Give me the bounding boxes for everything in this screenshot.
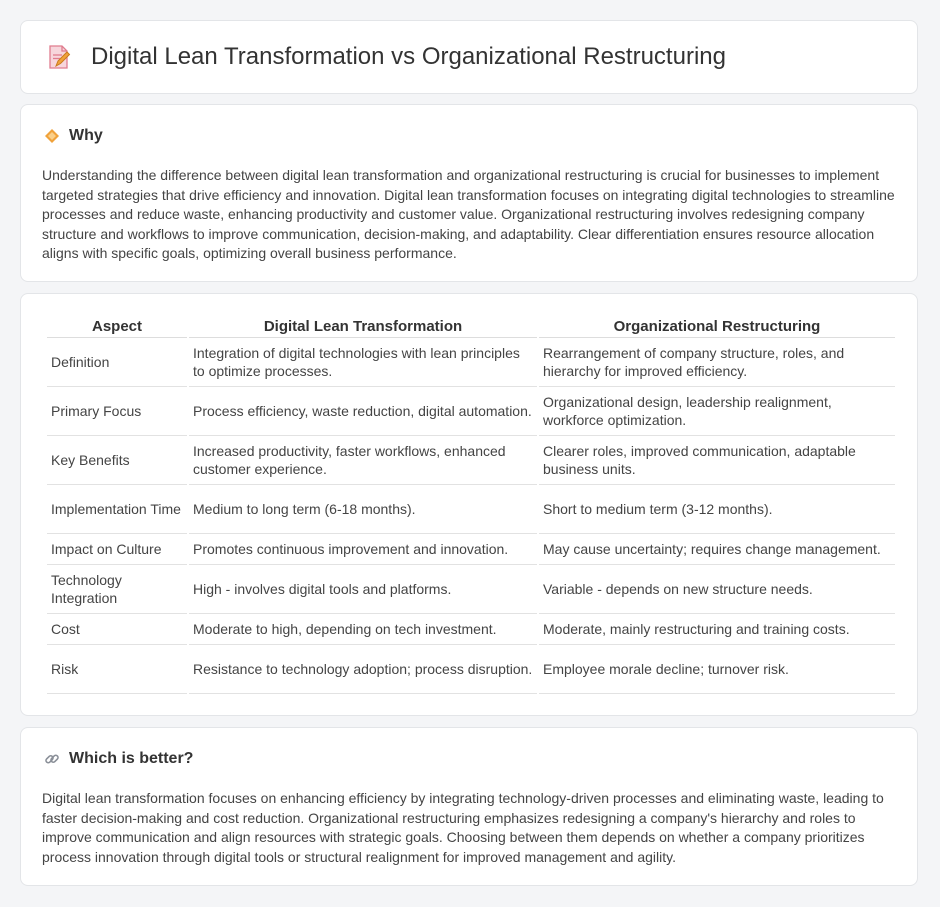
table-row: Implementation Time Medium to long term … [47, 485, 895, 534]
restructuring-cell: Clearer roles, improved communication, a… [539, 436, 895, 485]
link-icon [43, 750, 61, 768]
comparison-table: Aspect Digital Lean Transformation Organ… [45, 316, 897, 694]
digital-lean-cell: Medium to long term (6-18 months). [189, 485, 537, 534]
restructuring-cell: Rearrangement of company structure, role… [539, 338, 895, 387]
digital-lean-cell: High - involves digital tools and platfo… [189, 565, 537, 614]
document-edit-icon [47, 44, 71, 70]
header-card: Digital Lean Transformation vs Organizat… [20, 20, 918, 94]
table-row: Impact on Culture Promotes continuous im… [47, 534, 895, 565]
table-row: Cost Moderate to high, depending on tech… [47, 614, 895, 645]
digital-lean-cell: Moderate to high, depending on tech inve… [189, 614, 537, 645]
aspect-cell: Technology Integration [47, 565, 187, 614]
column-header-restructuring: Organizational Restructuring [539, 316, 895, 338]
which-is-better-section: Which is better? Digital lean transforma… [20, 727, 918, 886]
restructuring-cell: May cause uncertainty; requires change m… [539, 534, 895, 565]
comparison-table-card: Aspect Digital Lean Transformation Organ… [20, 293, 918, 716]
aspect-cell: Cost [47, 614, 187, 645]
digital-lean-cell: Increased productivity, faster workflows… [189, 436, 537, 485]
column-header-aspect: Aspect [47, 316, 187, 338]
better-heading-row: Which is better? [43, 750, 193, 768]
diamond-icon [43, 127, 61, 145]
aspect-cell: Impact on Culture [47, 534, 187, 565]
better-heading: Which is better? [69, 750, 194, 767]
table-header-row: Aspect Digital Lean Transformation Organ… [47, 316, 895, 338]
aspect-cell: Definition [47, 338, 187, 387]
better-text: Digital lean transformation focuses on e… [42, 790, 884, 865]
restructuring-cell: Organizational design, leadership realig… [539, 387, 895, 436]
restructuring-cell: Employee morale decline; turnover risk. [539, 645, 895, 694]
page-title: Digital Lean Transformation vs Organizat… [91, 43, 726, 70]
restructuring-cell: Variable - depends on new structure need… [539, 565, 895, 614]
table-row: Technology Integration High - involves d… [47, 565, 895, 614]
title-row: Digital Lean Transformation vs Organizat… [47, 43, 726, 71]
table-row: Risk Resistance to technology adoption; … [47, 645, 895, 694]
table-row: Primary Focus Process efficiency, waste … [47, 387, 895, 436]
why-text: Understanding the difference between dig… [42, 167, 895, 261]
restructuring-cell: Moderate, mainly restructuring and train… [539, 614, 895, 645]
why-heading-row: Why [43, 127, 103, 145]
aspect-cell: Key Benefits [47, 436, 187, 485]
digital-lean-cell: Promotes continuous improvement and inno… [189, 534, 537, 565]
aspect-cell: Implementation Time [47, 485, 187, 534]
table-row: Definition Integration of digital techno… [47, 338, 895, 387]
restructuring-cell: Short to medium term (3-12 months). [539, 485, 895, 534]
digital-lean-cell: Process efficiency, waste reduction, dig… [189, 387, 537, 436]
aspect-cell: Risk [47, 645, 187, 694]
aspect-cell: Primary Focus [47, 387, 187, 436]
digital-lean-cell: Integration of digital technologies with… [189, 338, 537, 387]
why-heading: Why [69, 127, 103, 144]
column-header-digital-lean: Digital Lean Transformation [189, 316, 537, 338]
table-row: Key Benefits Increased productivity, fas… [47, 436, 895, 485]
why-section: Why Understanding the difference between… [20, 104, 918, 282]
digital-lean-cell: Resistance to technology adoption; proce… [189, 645, 537, 694]
